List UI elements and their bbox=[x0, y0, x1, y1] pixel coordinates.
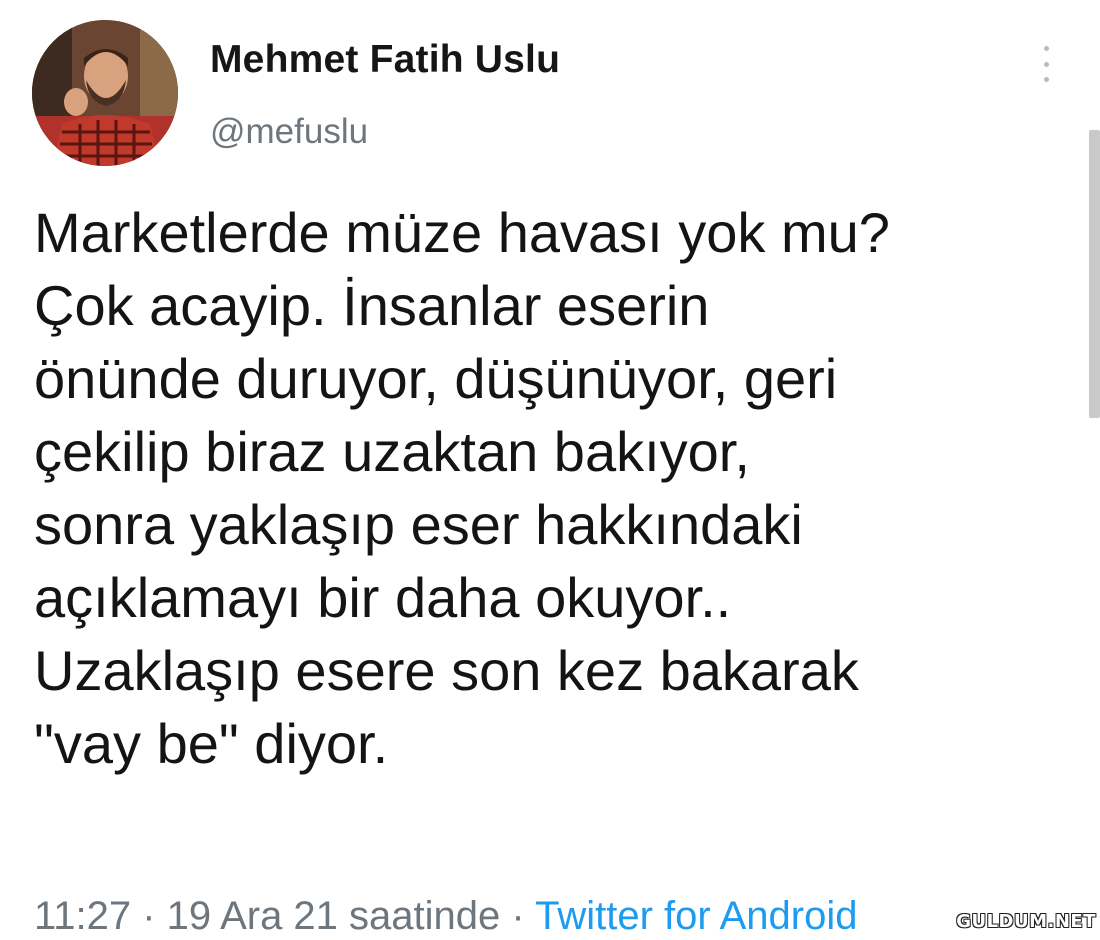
more-vertical-icon[interactable] bbox=[1036, 44, 1056, 84]
tweet-line: "vay be" diyor. bbox=[34, 712, 389, 775]
tweet-line: sonra yaklaşıp eser hakkındaki bbox=[34, 493, 803, 556]
tweet-line: Uzaklaşıp esere son kez bakarak bbox=[34, 639, 859, 702]
author-name[interactable]: Mehmet Fatih Uslu bbox=[210, 38, 560, 82]
scrollbar[interactable] bbox=[1089, 130, 1100, 418]
tweet-line: çekilip biraz uzaktan bakıyor, bbox=[34, 420, 750, 483]
more-dot bbox=[1043, 61, 1049, 67]
more-dot bbox=[1043, 46, 1049, 51]
profile-photo bbox=[32, 20, 178, 166]
tweet-source-link[interactable]: Twitter for Android bbox=[535, 894, 857, 938]
more-dot bbox=[1043, 77, 1049, 82]
author-handle[interactable]: @mefuslu bbox=[210, 112, 368, 152]
tweet-timestamp[interactable]: 11:27 · 19 Ara 21 saatinde · bbox=[34, 894, 535, 938]
tweet-line: açıklamayı bir daha okuyor.. bbox=[34, 566, 732, 629]
tweet-meta: 11:27 · 19 Ara 21 saatinde · Twitter for… bbox=[34, 892, 857, 940]
tweet-line: Çok acayip. İnsanlar eserin bbox=[34, 274, 710, 337]
avatar[interactable] bbox=[32, 20, 178, 166]
tweet-text: Marketlerde müze havası yok mu? Çok acay… bbox=[34, 196, 1074, 780]
tweet-line: önünde duruyor, düşünüyor, geri bbox=[34, 347, 838, 410]
watermark: GULDUM.NET bbox=[956, 911, 1096, 932]
tweet-line: Marketlerde müze havası yok mu? bbox=[34, 201, 890, 264]
